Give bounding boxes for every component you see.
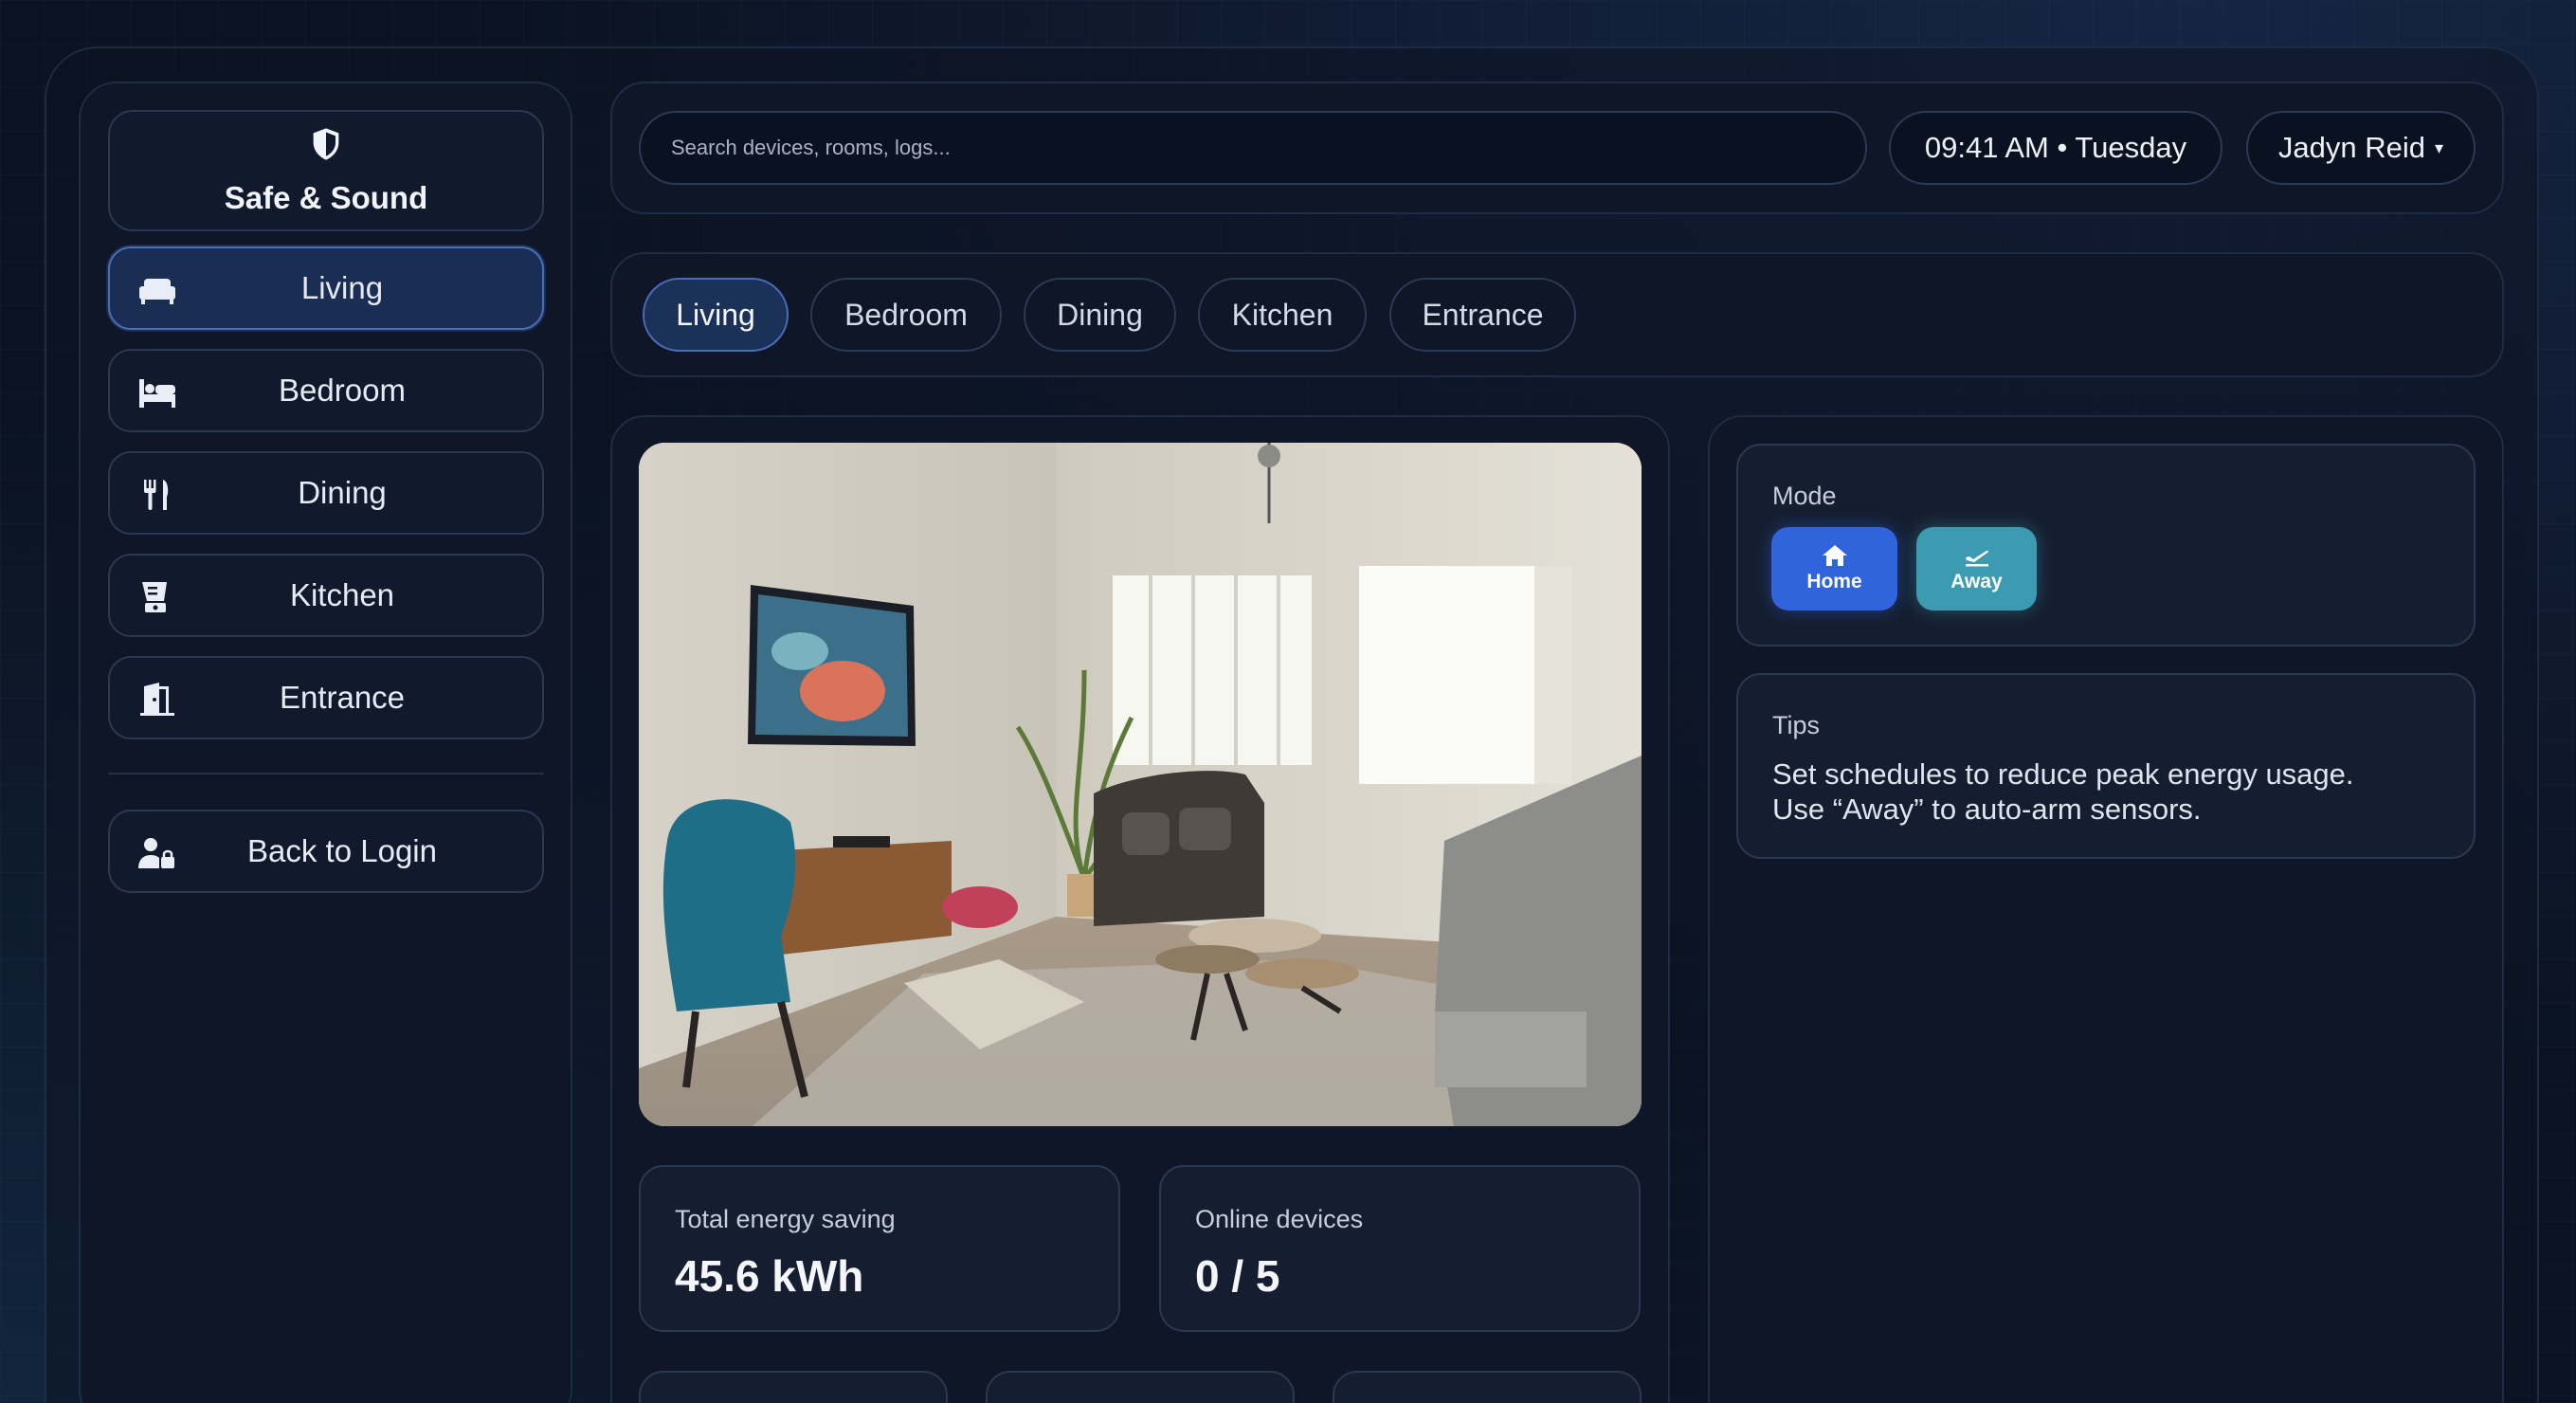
- back-to-login-button[interactable]: Back to Login: [108, 810, 544, 893]
- user-lock-icon: [138, 838, 174, 868]
- device-card: [639, 1371, 948, 1403]
- device-card: [986, 1371, 1295, 1403]
- online-devices-card: Online devices 0 / 5: [1159, 1165, 1641, 1332]
- home-mode-button[interactable]: Home: [1771, 527, 1897, 610]
- shield-icon: [313, 128, 339, 160]
- user-menu-button[interactable]: Jadyn Reid ▾: [2246, 111, 2476, 185]
- tab-bedroom[interactable]: Bedroom: [810, 278, 1002, 352]
- mode-title: Mode: [1772, 482, 1837, 510]
- brand-title: Safe & Sound: [224, 180, 428, 215]
- door-icon: [140, 683, 174, 716]
- utensils-icon: [144, 480, 169, 510]
- tab-living[interactable]: Living: [643, 278, 789, 352]
- plane-departure-icon: [1965, 550, 1988, 567]
- tab-label: Bedroom: [844, 297, 968, 332]
- user-name: Jadyn Reid: [2277, 131, 2426, 164]
- energy-value: 45.6 kWh: [675, 1251, 864, 1301]
- tab-label: Dining: [1057, 297, 1143, 332]
- tab-entrance[interactable]: Entrance: [1389, 278, 1576, 352]
- brand-card: Safe & Sound: [108, 110, 544, 231]
- sidebar-item-living[interactable]: Living: [108, 246, 544, 330]
- sidebar-divider: [108, 773, 544, 774]
- away-mode-label: Away: [1950, 571, 2003, 592]
- blender-icon: [142, 582, 167, 612]
- search-input[interactable]: [639, 111, 1867, 185]
- tab-kitchen[interactable]: Kitchen: [1198, 278, 1367, 352]
- camera-image: [639, 443, 1642, 1126]
- tab-label: Living: [676, 297, 755, 332]
- chevron-down-icon: ▾: [2435, 137, 2444, 157]
- energy-caption: Total energy saving: [675, 1205, 896, 1233]
- tips-text: Set schedules to reduce peak energy usag…: [1772, 756, 2436, 827]
- sidebar-item-bedroom[interactable]: Bedroom: [108, 349, 544, 432]
- home-icon: [1822, 545, 1847, 566]
- home-mode-label: Home: [1806, 571, 1862, 592]
- tips-card: Tips Set schedules to reduce peak energy…: [1736, 673, 2476, 859]
- devices-value: 0 / 5: [1195, 1251, 1280, 1301]
- sidebar-item-kitchen[interactable]: Kitchen: [108, 554, 544, 637]
- tips-line-1: Set schedules to reduce peak energy usag…: [1772, 757, 2354, 791]
- camera-feed[interactable]: [639, 443, 1642, 1126]
- devices-caption: Online devices: [1195, 1205, 1364, 1233]
- away-mode-button[interactable]: Away: [1916, 527, 2037, 610]
- tips-line-2: Use “Away” to auto-arm sensors.: [1772, 793, 2202, 826]
- clock-display: 09:41 AM • Tuesday: [1889, 111, 2222, 185]
- tab-label: Kitchen: [1231, 297, 1333, 332]
- sidebar-item-entrance[interactable]: Entrance: [108, 656, 544, 739]
- sidebar-item-dining[interactable]: Dining: [108, 451, 544, 535]
- device-card: [1333, 1371, 1642, 1403]
- tips-title: Tips: [1772, 711, 1821, 739]
- tab-dining[interactable]: Dining: [1024, 278, 1176, 352]
- tab-label: Entrance: [1422, 297, 1544, 332]
- energy-saving-card: Total energy saving 45.6 kWh: [639, 1165, 1120, 1332]
- bed-icon: [139, 379, 175, 408]
- clock-text: 09:41 AM • Tuesday: [1924, 131, 2187, 164]
- sofa-icon: [139, 279, 175, 304]
